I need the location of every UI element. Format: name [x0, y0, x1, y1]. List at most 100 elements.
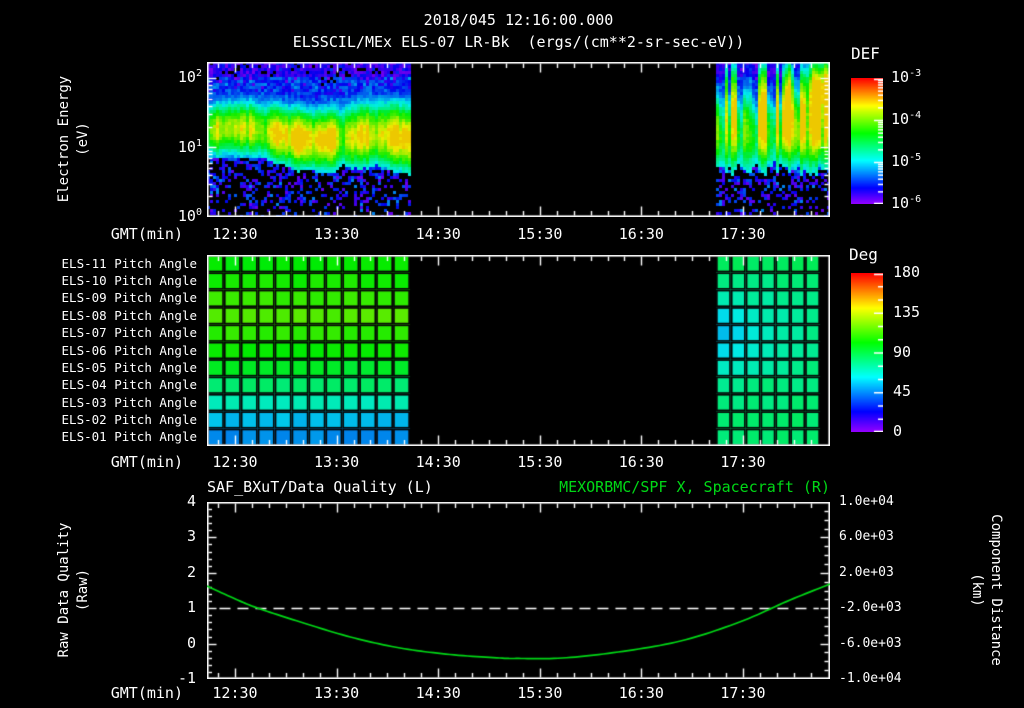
pitch-row-label: ELS-03 Pitch Angle [61, 394, 197, 410]
time-tick-label: 15:30 [517, 453, 563, 471]
time-tick-label: 17:30 [720, 453, 766, 471]
right-axis-tick-label: 1.0e+04 [839, 494, 894, 509]
header-title: ELSSCIL/MEx ELS-07 LR-Bk (ergs/(cm**2-sr… [292, 33, 745, 51]
deg-colorbar [851, 273, 883, 432]
time-tick-label: 12:30 [212, 684, 258, 702]
def-colorbar [851, 78, 883, 204]
colorbar-tick-label: 10-6 [891, 194, 955, 212]
time-tick-label: 17:30 [720, 225, 766, 243]
time-tick-label: 16:30 [618, 684, 664, 702]
colorbar-tick-label: 45 [893, 382, 912, 401]
right-axis-tick-label: -2.0e+03 [839, 600, 902, 616]
spectrogram-y-axis-label: Electron Energy (eV) [55, 29, 95, 249]
colorbar-tick-label: 90 [893, 342, 912, 361]
time-tick-label: 17:30 [720, 684, 766, 702]
def-colorbar-title: DEF [851, 44, 880, 63]
pitch-row-label: ELS-09 Pitch Angle [61, 290, 197, 306]
power-exponent: 0 [195, 207, 202, 218]
power-exponent: -3 [909, 68, 922, 79]
power-exponent: 2 [195, 68, 202, 79]
time-tick-label: 12:30 [212, 225, 258, 243]
energy-tick-label: 102 [160, 68, 202, 86]
time-tick-label: 15:30 [517, 225, 563, 243]
bottom-left-tick-labels: 4 3 2 1 0 -1 [146, 492, 196, 687]
def-colorbar-tick-labels: 10-3 10-4 10-5 10-6 [891, 68, 955, 218]
bottom-xtick-labels: 12:30 13:30 14:30 15:30 16:30 17:30 [207, 684, 830, 704]
power-base: 10 [177, 207, 196, 225]
y-axis-label-line: (km) [969, 573, 985, 607]
spectrogram-ytick-labels: 102 101 100 [160, 62, 202, 227]
quality-distance-chart [207, 502, 830, 679]
y-axis-label-line: Component Distance [988, 514, 1004, 666]
time-tick-label: 16:30 [618, 453, 664, 471]
colorbar-tick-label: 10-5 [891, 152, 955, 170]
left-axis-tick-label: 2 [186, 562, 196, 581]
right-series-title: MEXORBMC/SPF X, Spacecraft (R) [559, 478, 830, 496]
pitch-row-label: ELS-08 Pitch Angle [61, 307, 197, 323]
left-axis-tick-label: 4 [186, 492, 196, 510]
mid-gmt-label: GMT(min) [110, 453, 183, 471]
pitch-row-label: ELS-01 Pitch Angle [61, 429, 197, 445]
power-exponent: -5 [909, 152, 922, 163]
time-tick-label: 14:30 [415, 225, 461, 243]
right-axis-tick-label: 6.0e+03 [839, 529, 894, 545]
time-tick-label: 16:30 [618, 225, 664, 243]
top-xtick-labels: 12:30 13:30 14:30 15:30 16:30 17:30 [207, 225, 830, 245]
time-tick-label: 14:30 [415, 453, 461, 471]
power-base: 10 [177, 137, 196, 156]
colorbar-tick-label: 10-3 [891, 68, 955, 86]
power-base: 10 [891, 194, 910, 212]
right-axis-tick-label: 2.0e+03 [839, 564, 894, 580]
colorbar-tick-label: 135 [893, 302, 921, 321]
pitch-angle-heatmap [207, 255, 830, 446]
energy-tick-label: 101 [160, 138, 202, 156]
power-base: 10 [891, 68, 910, 86]
time-tick-label: 14:30 [415, 684, 461, 702]
pitch-row-label: ELS-04 Pitch Angle [61, 377, 197, 393]
pitch-row-labels: ELS-11 Pitch Angle ELS-10 Pitch Angle ELS-… [0, 255, 200, 446]
pitch-row-label: ELS-02 Pitch Angle [61, 411, 197, 427]
deg-colorbar-tick-labels: 180 135 90 45 0 [893, 263, 943, 443]
bottom-right-tick-labels: 1.0e+04 6.0e+03 2.0e+03 -2.0e+03 -6.0e+03 -1.… [839, 494, 917, 687]
time-tick-label: 13:30 [314, 225, 360, 243]
pitch-row-label: ELS-10 Pitch Angle [61, 273, 197, 289]
power-exponent: -6 [909, 194, 922, 205]
time-tick-label: 12:30 [212, 453, 258, 471]
left-axis-tick-label: 1 [186, 598, 196, 617]
left-axis-tick-label: 0 [186, 633, 196, 652]
mid-xtick-labels: 12:30 13:30 14:30 15:30 16:30 17:30 [207, 453, 830, 473]
header-datetime: 2018/045 12:16:00.000 [423, 11, 614, 29]
power-base: 10 [177, 68, 196, 86]
left-axis-tick-label: 3 [186, 527, 196, 546]
power-exponent: 1 [195, 137, 202, 149]
y-axis-label-line: Raw Data Quality [56, 522, 72, 658]
energy-tick-label: 100 [160, 207, 202, 225]
deg-colorbar-title: Deg [849, 245, 878, 264]
pitch-row-label: ELS-07 Pitch Angle [61, 325, 197, 341]
colorbar-tick-label: 180 [893, 263, 921, 281]
els-quicklook-plot: 2018/045 12:16:00.000 ELSSCIL/MEx ELS-07… [0, 0, 1024, 708]
y-axis-label-line: (eV) [75, 122, 91, 156]
pitch-row-label: ELS-05 Pitch Angle [61, 359, 197, 375]
bottom-gmt-label: GMT(min) [110, 684, 183, 702]
bottom-left-y-axis-label: Raw Data Quality (Raw) [55, 480, 95, 700]
time-tick-label: 13:30 [314, 684, 360, 702]
electron-energy-spectrogram [207, 62, 830, 217]
pitch-row-label: ELS-11 Pitch Angle [61, 255, 197, 271]
bottom-right-y-axis-label: Component Distance (km) [965, 480, 1005, 700]
power-base: 10 [891, 152, 910, 170]
power-base: 10 [891, 110, 910, 128]
colorbar-tick-label: 10-4 [891, 110, 955, 128]
top-gmt-label: GMT(min) [110, 225, 183, 243]
bottom-panel-titles: SAF_BXuT/Data Quality (L) MEXORBMC/SPF X… [207, 478, 830, 496]
y-axis-label-line: Electron Energy [56, 75, 72, 203]
right-axis-tick-label: -1.0e+04 [839, 671, 902, 686]
y-axis-label-line: (Raw) [75, 568, 91, 612]
colorbar-tick-label: 0 [893, 422, 903, 440]
time-tick-label: 13:30 [314, 453, 360, 471]
left-series-title: SAF_BXuT/Data Quality (L) [207, 478, 433, 496]
time-tick-label: 15:30 [517, 684, 563, 702]
power-exponent: -4 [909, 110, 922, 121]
right-axis-tick-label: -6.0e+03 [839, 635, 902, 651]
pitch-row-label: ELS-06 Pitch Angle [61, 342, 197, 358]
